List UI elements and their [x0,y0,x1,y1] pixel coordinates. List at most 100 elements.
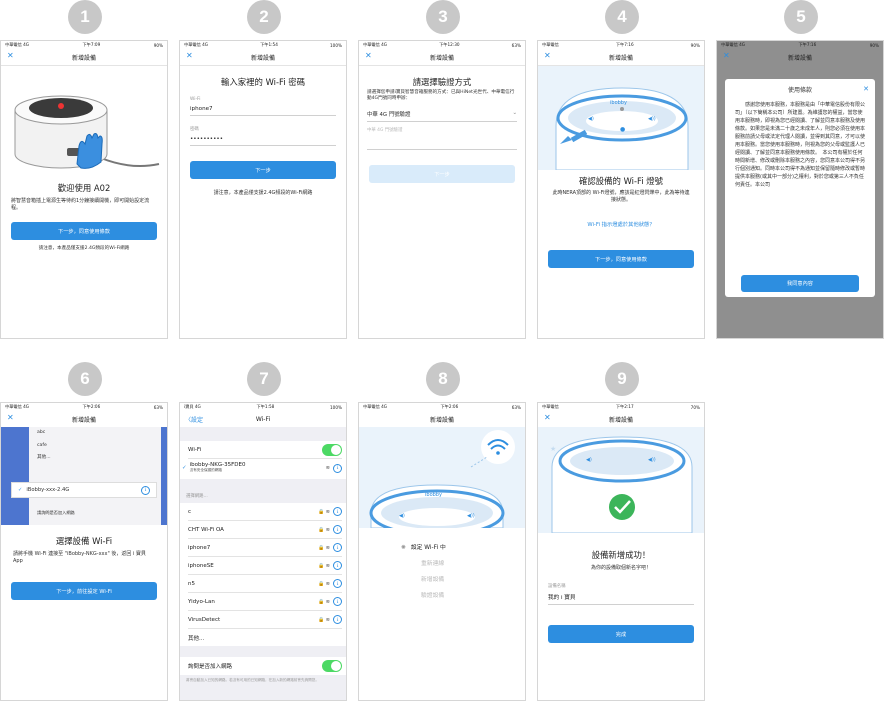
device-illustration: ◀) ◀)) ● ibobby [538,66,704,170]
info-icon[interactable]: i [333,579,342,588]
success-illustration: ★ ◀) ◀)) [538,427,704,533]
next-button[interactable]: 下一步 [190,161,336,179]
time-text: 下午2:06 [82,404,101,409]
step-badge-9: 9 [605,362,639,396]
selected-wifi-row[interactable]: ✓ iBobby-xxx-2.4G i [11,482,157,498]
status-bar: 中華電信 4G 下午1:54 100% [180,41,346,49]
close-icon[interactable]: ✕ [723,51,730,60]
wifi-list-item: abc [37,430,46,435]
info-icon[interactable]: i [333,615,342,624]
network-row[interactable]: c 🔒 ≋ i [188,503,342,521]
info-icon[interactable]: i [333,543,342,552]
step-badge-2: 2 [247,0,281,34]
device-name-field[interactable]: 設備名稱 我的 i 寶貝 [548,583,694,605]
section-header: 選擇網路... [186,494,208,499]
status-bar: 中華電信 4G 下午7:16 90% [717,41,883,49]
info-icon[interactable]: i [141,485,150,495]
network-row[interactable]: n5 🔒 ≋ i [188,575,342,593]
info-icon[interactable]: i [333,561,342,570]
info-icon[interactable]: i [333,525,342,534]
close-icon[interactable]: ✕ [365,51,372,60]
time-text: 下午1:58 [256,404,275,409]
wifi-toggle[interactable] [322,443,342,456]
back-button[interactable]: 〈設定 [185,415,203,424]
device-name-input[interactable]: 我的 i 寶貝 [548,593,694,605]
network-name: iphoneSE [188,562,214,569]
page-title: 選擇設備 Wi-Fi [55,536,113,546]
network-name: n5 [188,580,195,587]
connected-network-row[interactable]: ✓ ibobby-NKG-35FDE0 沒有安全保護的網路 ≋ i [182,459,342,477]
other-status-link[interactable]: Wi-Fi 指示燈處於其他狀態？ [538,220,704,228]
step-badge-3: 3 [426,0,460,34]
network-row[interactable]: iphoneSE 🔒 ≋ i [188,557,342,575]
instruction-text: 此時NERA頂部的 Wi-Fi燈號，應該是紅燈閃爍中，此為等待連接狀態。 [552,190,690,204]
password-input[interactable]: •••••••••• [190,136,336,146]
battery-text: 63% [511,404,521,410]
nav-title: 新增設備 [787,54,812,62]
info-icon[interactable]: i [333,507,342,516]
svg-text:●: ● [620,126,625,133]
time-text: 下午12:30 [439,42,460,47]
battery-text: 90% [869,42,879,48]
network-row[interactable]: iphone7 🔒 ≋ i [188,539,342,557]
spinner-icon: ✺ [401,545,406,551]
verify-select[interactable]: 中華 4G 門號驗證 ⌄ [367,110,517,122]
nav-title: 新增設備 [429,416,454,424]
step-label: 設定 Wi-Fi 中 [410,545,446,551]
status-bar: 中華電信 4G 下午2:06 63% [359,403,525,411]
modal-header: 使用條款 ✕ [725,79,875,99]
wifi-list-item: cafe [37,443,47,448]
ask-join-toggle[interactable] [322,660,342,672]
nav-bar: ✕ 新增設備 [1,49,167,65]
close-icon[interactable]: ✕ [863,85,869,93]
svg-text:◀): ◀) [399,513,405,519]
svg-text:★: ★ [550,445,556,453]
network-row[interactable]: CHT Wi-Fi OA 🔒 ≋ i [188,521,342,539]
nav-title: 新增設備 [71,54,96,62]
next-agree-button[interactable]: 下一步，同意使用條款 [548,250,694,268]
step-badge-4: 4 [605,0,639,34]
carrier-text: 中華電信 4G [5,404,29,409]
next-go-wifi-button[interactable]: 下一步，前往設定 Wi-Fi [11,582,157,600]
next-button-disabled[interactable]: 下一步 [369,165,515,183]
close-icon[interactable]: ✕ [544,51,551,60]
close-icon[interactable]: ✕ [544,413,551,422]
close-icon[interactable]: ✕ [7,51,14,60]
phone-input[interactable] [367,149,517,150]
agree-button[interactable]: 我同意內容 [741,275,859,292]
join-network-label: 請詢問是否加入網路 [37,510,75,515]
password-field[interactable]: 密碼 •••••••••• [190,126,336,146]
info-icon[interactable]: i [333,597,342,606]
network-row[interactable]: VirusDetect 🔒 ≋ i [188,611,342,629]
network-row-other[interactable]: 其他... [188,629,342,646]
status-bar: 中華電信 4G 下午12:30 63% [359,41,525,49]
close-icon[interactable]: ✕ [186,51,193,60]
step-label: 驗證設備 [421,593,445,599]
close-icon[interactable]: ✕ [7,413,14,422]
wifi-label: Wi-Fi [188,446,202,453]
step-label: 重新連線 [421,561,445,567]
device-illustration: ◀) ◀)) ibobby [359,427,525,528]
page-title: 輸入家裡的 Wi-Fi 密碼 [221,77,305,87]
brand-logo: ibobby [425,492,442,498]
wifi-input[interactable]: iphone7 [190,106,336,116]
screen-6-select-wifi: 中華電信 4G 下午2:06 63% ✕ 新增設備 abc cafe 其他... ✓ … [0,402,168,701]
screen-4-wifi-light: 中華電信 下午7:16 90% ✕ 新增設備 ◀) ◀)) ● ibobby 確認設備… [537,40,705,339]
wifi-field[interactable]: Wi-Fi iphone7 [190,97,336,116]
terms-text[interactable]: 感謝您使用本服務，本服務是由「中華電信股份有限公司」（以下簡稱本公司）所建置。為… [725,99,875,264]
wifi-label: Wi-Fi [190,97,201,102]
svg-text:◀): ◀) [586,457,592,463]
wifi-list-illustration: abc cafe 其他... ✓ iBobby-xxx-2.4G i 請詢問是否… [1,427,167,525]
status-bar: 中華電信 4G 下午2:06 63% [1,403,167,411]
done-button[interactable]: 完成 [548,625,694,643]
time-text: 下午1:54 [260,42,278,47]
status-bar: 中華電信 4G 下午7:09 90% [1,41,167,49]
chevron-down-icon: ⌄ [512,110,517,116]
network-row[interactable]: Yidyo-Lan 🔒 ≋ i [188,593,342,611]
carrier-text: 中華電信 4G [5,42,29,47]
status-bar: 中華電信 下午2:17 70% [538,403,704,411]
next-agree-button[interactable]: 下一步，同意使用條款 [11,222,157,240]
time-text: 下午7:09 [82,42,101,47]
info-icon[interactable]: i [333,463,342,473]
screen-1-welcome: 中華電信 4G 下午7:09 90% ✕ 新增設備 歡迎使用 A02 將智慧音箱插上電… [0,40,168,339]
